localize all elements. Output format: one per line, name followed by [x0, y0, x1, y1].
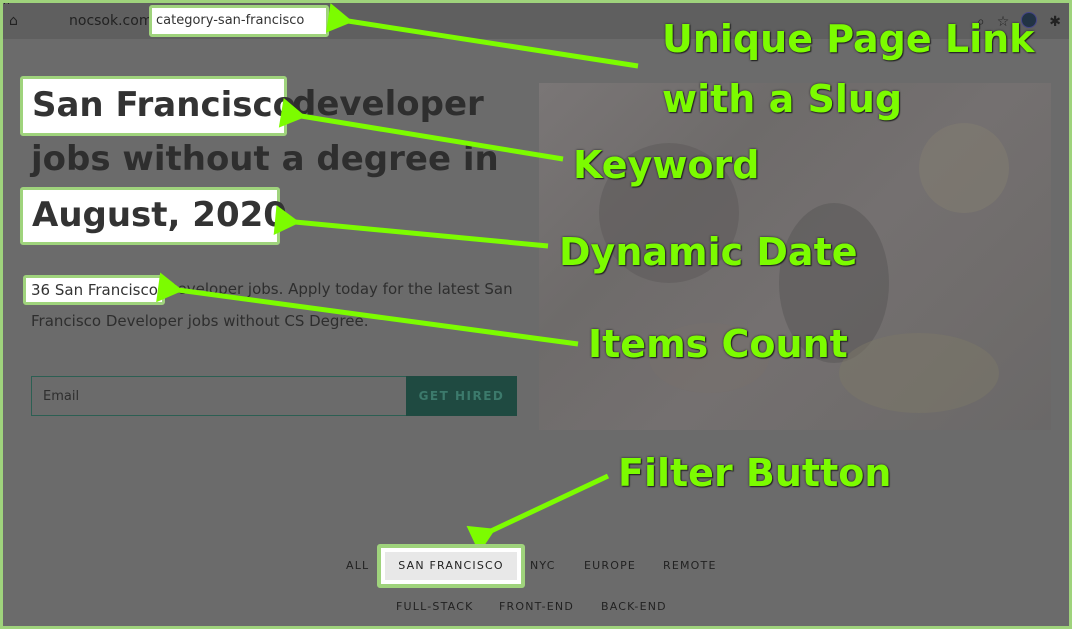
screenshot-frame: ⌂ nocsok.com/ category-san-francisco ⌕ ☆ ✱… — [0, 0, 1072, 629]
annotation-keyword: Keyword — [573, 143, 760, 187]
filter-back-end[interactable]: BACK-END — [601, 600, 667, 613]
filter-nyc[interactable]: NYC — [530, 559, 556, 572]
date-arrow — [273, 205, 549, 249]
annotation-arrows — [156, 3, 639, 554]
filter-arrow — [466, 473, 610, 554]
link-arrow — [325, 3, 639, 69]
filter-san-francisco[interactable]: SAN FRANCISCO — [385, 552, 517, 580]
filter-all[interactable]: ALL — [346, 559, 369, 572]
filter-front-end[interactable]: FRONT-END — [499, 600, 574, 613]
filter-remote[interactable]: REMOTE — [663, 559, 717, 572]
filter-full-stack[interactable]: FULL-STACK — [396, 600, 473, 613]
count-arrow — [156, 272, 579, 347]
annotation-items-count: Items Count — [588, 322, 848, 366]
annotation-page-link: Unique Page Link — [662, 17, 1035, 61]
filter-san-francisco-highlight: SAN FRANCISCO — [377, 544, 525, 588]
keyword-arrow — [278, 97, 564, 162]
annotation-dynamic-date: Dynamic Date — [559, 230, 858, 274]
annotation-filter-button: Filter Button — [618, 451, 892, 495]
annotation-page-link-line2: with a Slug — [662, 77, 903, 121]
filter-europe[interactable]: EUROPE — [584, 559, 636, 572]
